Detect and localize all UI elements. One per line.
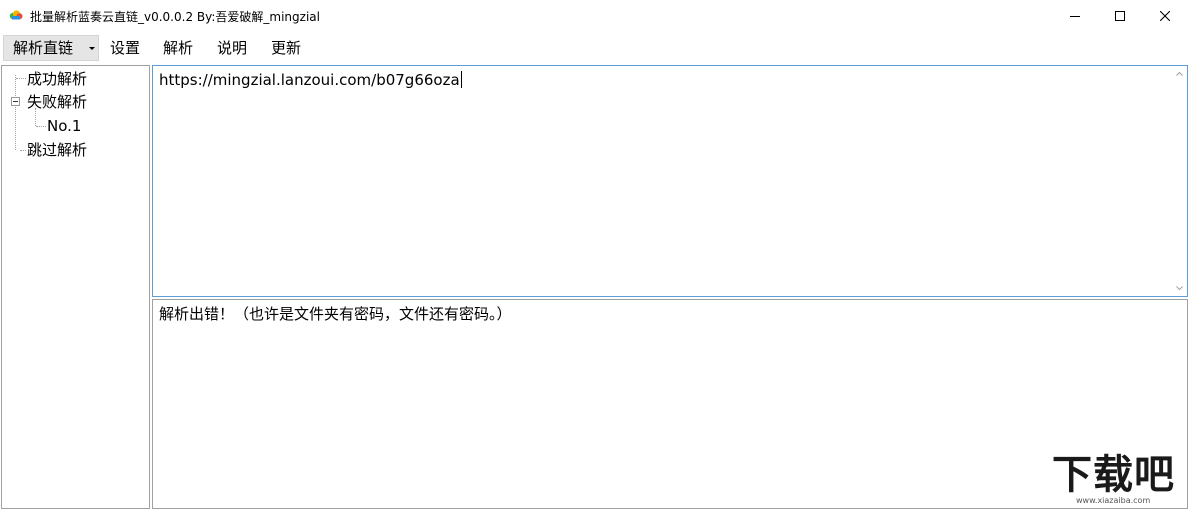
close-button[interactable] bbox=[1142, 0, 1188, 32]
menu-item-update[interactable]: 更新 bbox=[271, 33, 301, 63]
tree-node-failed[interactable]: 失败解析 bbox=[27, 92, 87, 112]
text-caret bbox=[460, 71, 462, 88]
tree-connector bbox=[16, 78, 26, 79]
scroll-down-arrow-icon[interactable] bbox=[1176, 286, 1183, 290]
vertical-scrollbar[interactable] bbox=[1172, 66, 1187, 296]
close-icon bbox=[1160, 11, 1170, 21]
cloud-icon bbox=[9, 10, 23, 20]
result-message: 解析出错！（也许是文件夹有密码，文件还有密码。） bbox=[159, 305, 512, 323]
result-output[interactable]: 解析出错！（也许是文件夹有密码，文件还有密码。） bbox=[152, 299, 1188, 509]
tree-connector bbox=[36, 126, 46, 127]
site-watermark: 下载吧 www.xiazaiba.com bbox=[1052, 452, 1184, 508]
dropdown-arrow-icon[interactable] bbox=[89, 47, 95, 50]
split-button-label: 解析直链 bbox=[13, 39, 74, 57]
tree-node-success[interactable]: 成功解析 bbox=[27, 69, 87, 89]
app-window: 批量解析蓝奏云直链_v0.0.0.2 By:吾爱破解_mingzial 解析直链… bbox=[0, 0, 1189, 511]
maximize-button[interactable] bbox=[1097, 0, 1143, 32]
title-bar[interactable]: 批量解析蓝奏云直链_v0.0.0.2 By:吾爱破解_mingzial bbox=[0, 0, 1189, 32]
menu-bar: 解析直链 设置 解析 说明 更新 bbox=[0, 33, 1189, 63]
menu-item-parse[interactable]: 解析 bbox=[163, 33, 193, 63]
watermark-logo-text: 下载吧 bbox=[1052, 452, 1175, 498]
maximize-icon bbox=[1115, 11, 1125, 21]
tree-connector bbox=[20, 150, 26, 151]
url-value: https://mingzial.lanzoui.com/b07g66oza bbox=[159, 71, 460, 89]
menu-item-settings[interactable]: 设置 bbox=[110, 33, 140, 63]
url-input-text: https://mingzial.lanzoui.com/b07g66oza bbox=[159, 69, 462, 91]
scroll-up-arrow-icon[interactable] bbox=[1176, 72, 1183, 76]
url-input[interactable]: https://mingzial.lanzoui.com/b07g66oza bbox=[152, 65, 1188, 297]
parse-direct-link-split-button[interactable]: 解析直链 bbox=[3, 35, 99, 61]
tree-connector bbox=[15, 75, 16, 150]
collapse-toggle-icon[interactable] bbox=[11, 97, 20, 106]
minimize-icon bbox=[1070, 16, 1080, 17]
window-title: 批量解析蓝奏云直链_v0.0.0.2 By:吾爱破解_mingzial bbox=[30, 10, 320, 24]
tree-node-failed-child[interactable]: No.1 bbox=[47, 116, 81, 136]
result-tree[interactable]: 成功解析 失败解析 No.1 跳过解析 bbox=[1, 65, 150, 509]
tree-node-skipped[interactable]: 跳过解析 bbox=[27, 140, 87, 160]
watermark-url: www.xiazaiba.com bbox=[1076, 496, 1151, 505]
menu-item-help[interactable]: 说明 bbox=[217, 33, 247, 63]
minimize-button[interactable] bbox=[1052, 0, 1098, 32]
